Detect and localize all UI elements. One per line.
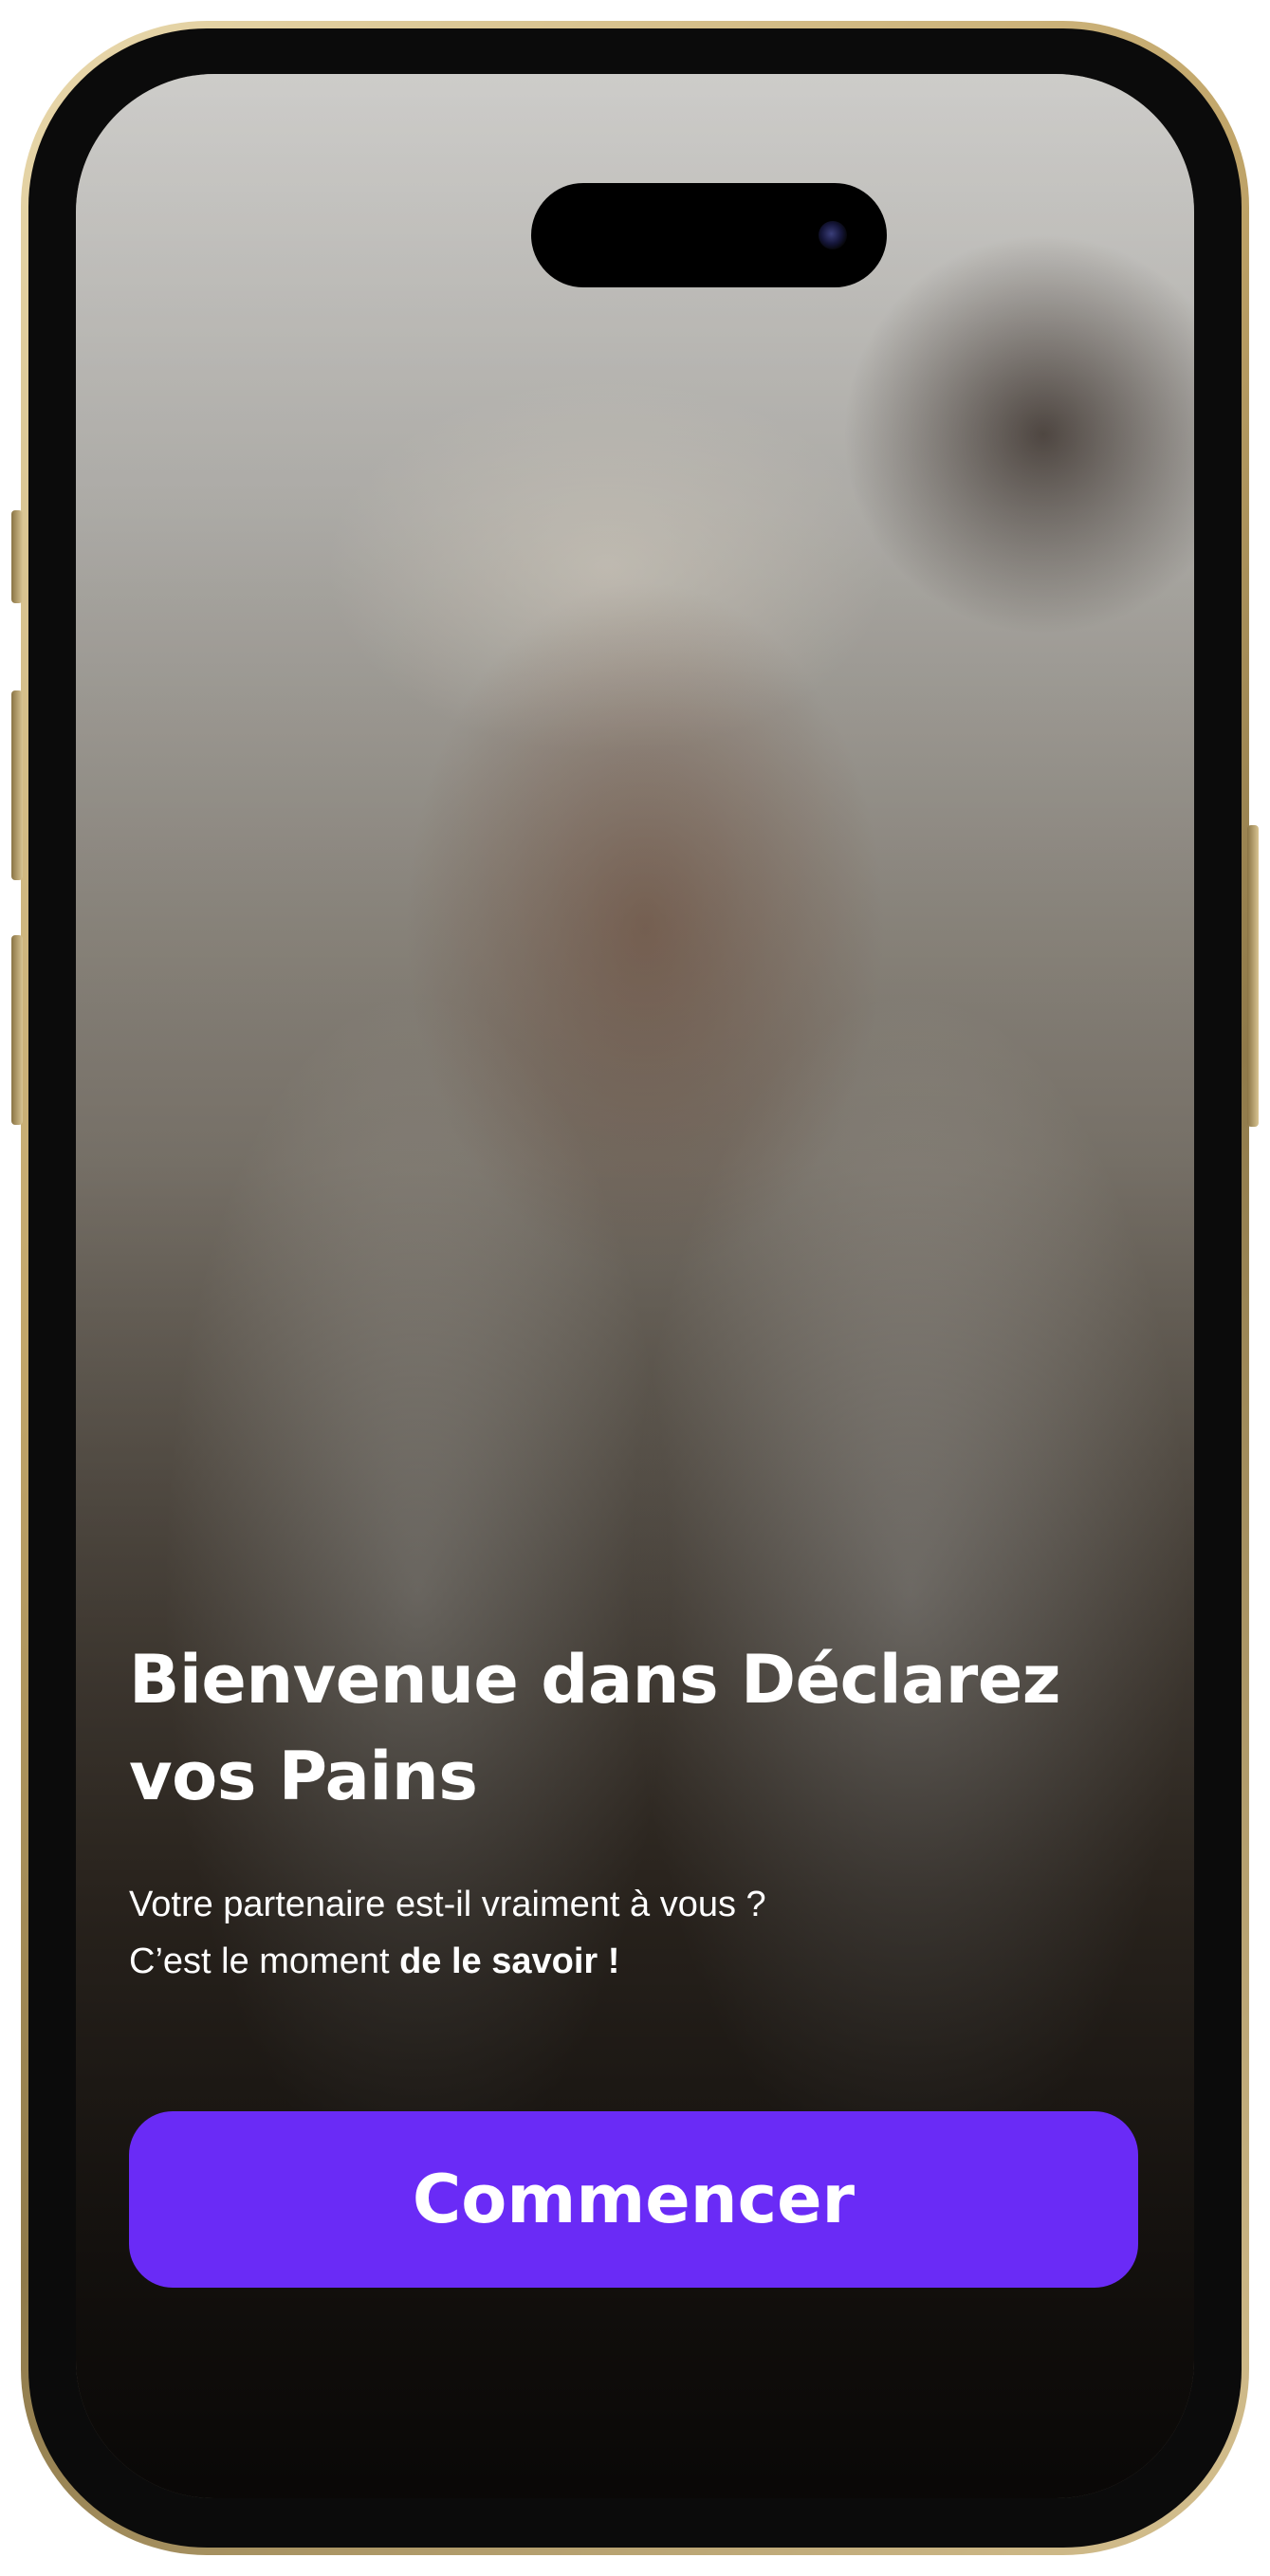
volume-down-button xyxy=(11,935,23,1125)
welcome-subtitle: Votre partenaire est-il vraiment à vous … xyxy=(129,1876,1134,1990)
action-button xyxy=(11,510,23,603)
welcome-title: Bienvenue dans Déclarez vos Pains xyxy=(129,1631,1134,1825)
welcome-content: Bienvenue dans Déclarez vos Pains Votre … xyxy=(129,1631,1134,1990)
start-button[interactable]: Commencer xyxy=(129,2111,1138,2288)
welcome-subtitle-line2-prefix: C’est le moment xyxy=(129,1941,400,1981)
volume-up-button xyxy=(11,690,23,880)
dynamic-island xyxy=(531,183,887,287)
welcome-title-line1: Bienvenue dans Déclarez xyxy=(129,1641,1061,1719)
front-camera-icon xyxy=(819,221,847,249)
welcome-subtitle-line1: Votre partenaire est-il vraiment à vous … xyxy=(129,1885,766,1924)
welcome-subtitle-line2-bold: de le savoir ! xyxy=(399,1941,620,1981)
power-button xyxy=(1247,825,1259,1127)
welcome-title-line2: vos Pains xyxy=(129,1738,478,1815)
